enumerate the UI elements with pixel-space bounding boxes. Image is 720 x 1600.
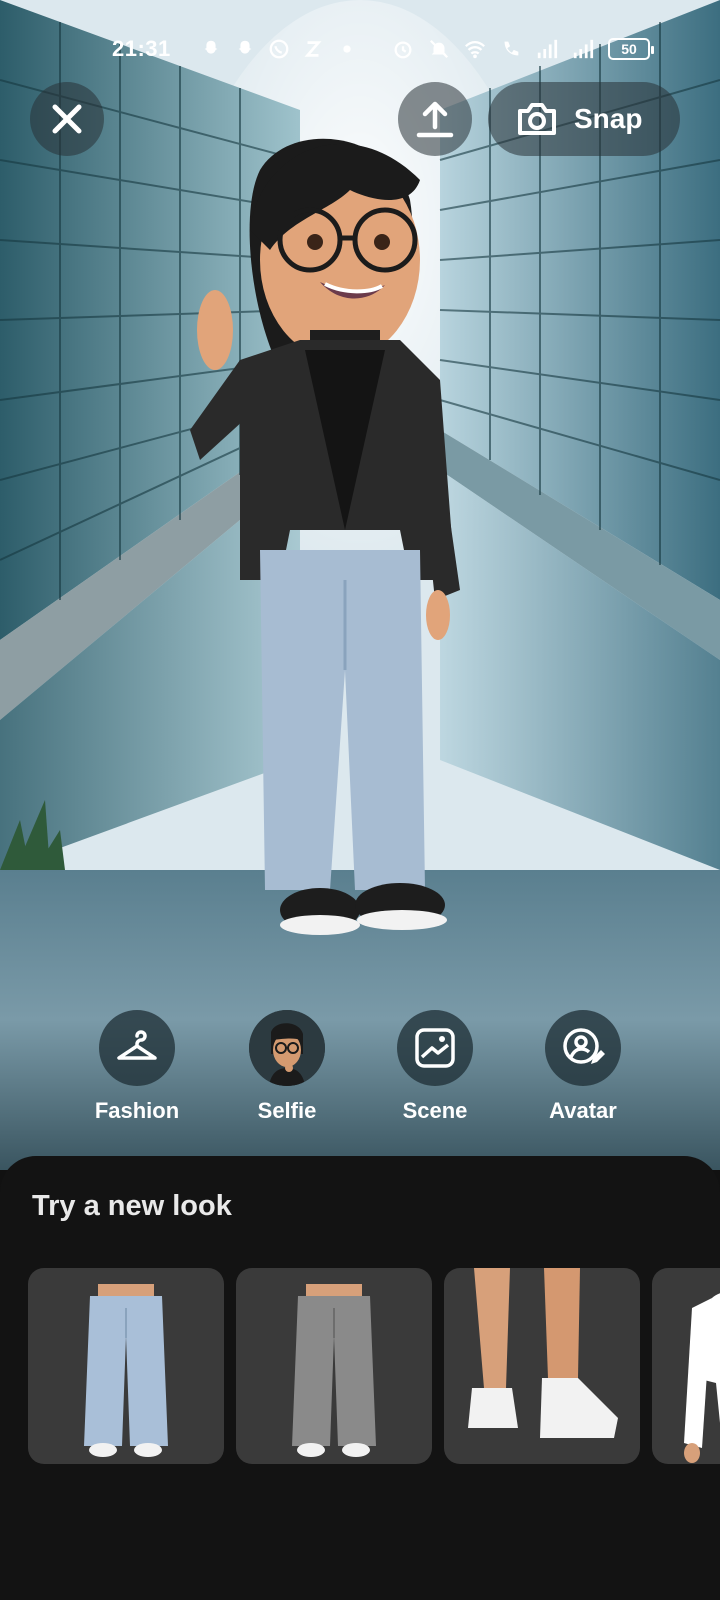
volte-call-icon — [504, 41, 519, 56]
selfie-label: Selfie — [257, 1098, 317, 1123]
signal-icon — [537, 39, 558, 59]
selfie-action[interactable]: Selfie — [212, 1010, 362, 1124]
avatar-disc — [545, 1010, 621, 1086]
outfit-card[interactable] — [236, 1268, 432, 1464]
try-new-look-sheet: Try a new look — [0, 1156, 720, 1600]
battery-indicator: 50 — [608, 38, 654, 60]
selfie-disc — [249, 1010, 325, 1086]
close-button[interactable] — [30, 82, 104, 156]
fashion-disc — [99, 1010, 175, 1086]
action-row: Fashion Selfie Scene Avatar — [0, 1010, 720, 1123]
avatar-action[interactable]: Avatar — [508, 1010, 658, 1124]
bitmoji-avatar — [170, 110, 470, 950]
dot-icon — [343, 45, 351, 53]
status-bar: 21:31 50 — [0, 32, 720, 66]
selfie-avatar-icon — [249, 1010, 325, 1086]
snap-button[interactable]: Snap — [488, 82, 680, 156]
snapchat-icon — [238, 40, 252, 54]
snap-label: Snap — [574, 103, 643, 134]
status-time: 21:31 — [112, 36, 171, 61]
fashion-label: Fashion — [94, 1098, 180, 1123]
mute-icon — [429, 39, 449, 59]
share-button[interactable] — [398, 82, 472, 156]
snapchat-icon — [204, 40, 218, 54]
image-icon — [415, 1028, 455, 1068]
wifi-icon — [465, 40, 485, 59]
camera-icon — [518, 103, 556, 135]
signal-icon — [573, 39, 594, 59]
close-icon — [52, 104, 82, 134]
outfit-carousel[interactable] — [28, 1268, 720, 1464]
avatar-label: Avatar — [549, 1098, 617, 1123]
white-top-thumbnail — [684, 1293, 720, 1463]
fashion-action[interactable]: Fashion — [62, 1010, 212, 1124]
light-jeans-thumbnail — [84, 1284, 168, 1457]
grey-jeans-thumbnail — [292, 1284, 376, 1457]
white-sneakers-thumbnail — [468, 1268, 618, 1438]
avatar-edit-icon — [563, 1028, 605, 1064]
alarm-icon — [394, 41, 412, 59]
scene-action[interactable]: Scene — [360, 1010, 510, 1124]
z-app-icon — [304, 41, 322, 57]
outfit-card[interactable] — [652, 1268, 720, 1464]
whatsapp-icon — [269, 39, 289, 59]
upload-icon — [416, 101, 454, 138]
outfit-card[interactable] — [444, 1268, 640, 1464]
outfit-card[interactable] — [28, 1268, 224, 1464]
sheet-title: Try a new look — [32, 1190, 232, 1222]
scene-disc — [397, 1010, 473, 1086]
scene-label: Scene — [402, 1098, 468, 1123]
hanger-icon — [117, 1030, 157, 1060]
